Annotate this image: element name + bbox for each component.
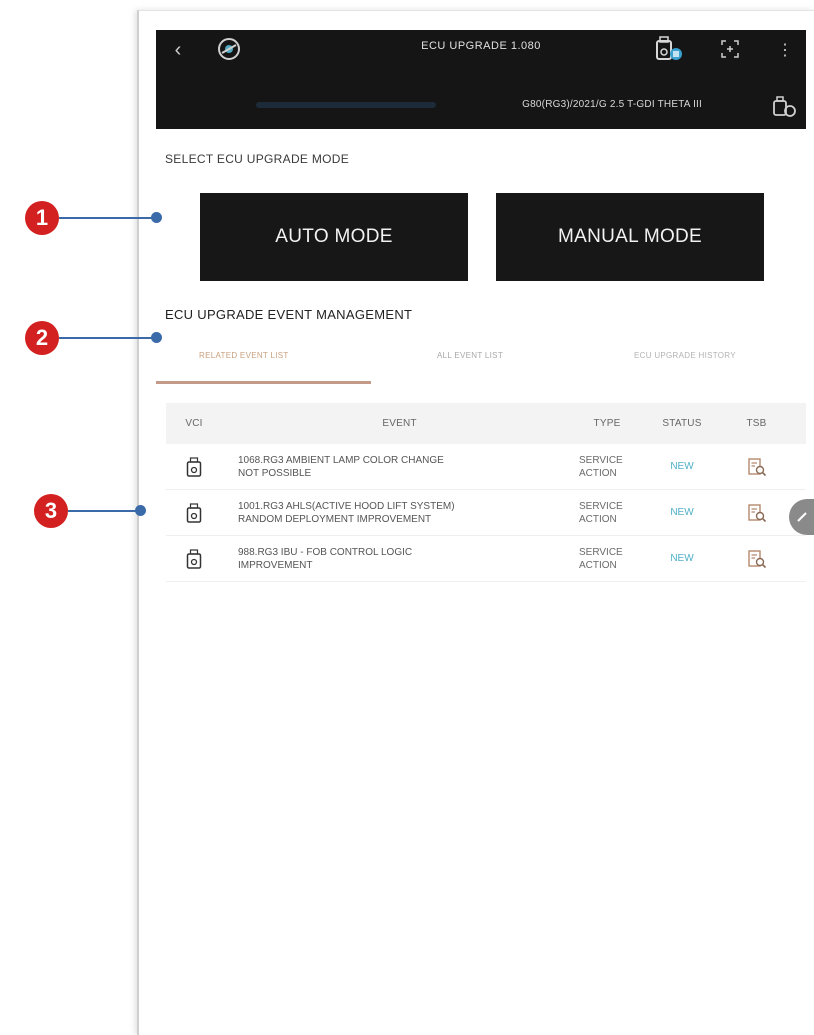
- status-badge: NEW: [670, 461, 694, 472]
- auto-mode-button[interactable]: AUTO MODE: [200, 193, 468, 281]
- event-table: VCI EVENT TYPE STATUS TSB 1068.RG3 AMBIE…: [166, 403, 806, 582]
- app-header: ‹ ECU UPGRADE 1.080 ⋮ G80(RG3)/2021/G 2.…: [156, 30, 806, 129]
- table-row[interactable]: 988.RG3 IBU - FOB CONTROL LOGIC IMPROVEM…: [166, 536, 806, 582]
- table-row[interactable]: 1068.RG3 AMBIENT LAMP COLOR CHANGE NOT P…: [166, 444, 806, 490]
- event-cell: 1001.RG3 AHLS(ACTIVE HOOD LIFT SYSTEM) R…: [222, 500, 577, 526]
- more-icon[interactable]: ⋮: [777, 38, 793, 62]
- car-icon[interactable]: [770, 92, 798, 120]
- type-cell: SERVICE ACTION: [577, 546, 637, 572]
- event-line: RANDOM DEPLOYMENT IMPROVEMENT: [238, 513, 432, 525]
- tab-related-event-list[interactable]: RELATED EVENT LIST: [199, 351, 289, 360]
- column-header-event: EVENT: [382, 418, 417, 429]
- select-mode-title: SELECT ECU UPGRADE MODE: [165, 152, 350, 166]
- screen-capture-icon[interactable]: [719, 38, 741, 60]
- type-line: SERVICE: [579, 546, 623, 558]
- tablet-screen: ‹ ECU UPGRADE 1.080 ⋮ G80(RG3)/2021/G 2.…: [137, 10, 814, 1035]
- manual-mode-button[interactable]: MANUAL MODE: [496, 193, 764, 281]
- event-line: 1001.RG3 AHLS(ACTIVE HOOD LIFT SYSTEM): [238, 500, 455, 512]
- vci-icon[interactable]: [653, 34, 685, 64]
- tab-ecu-upgrade-history[interactable]: ECU UPGRADE HISTORY: [634, 351, 736, 360]
- callout-dot-1: [151, 212, 162, 223]
- vci-icon[interactable]: [166, 502, 222, 523]
- vehicle-info: G80(RG3)/2021/G 2.5 T-GDI THETA III: [522, 99, 702, 110]
- type-line: SERVICE: [579, 500, 623, 512]
- type-line: ACTION: [579, 467, 617, 479]
- status-badge: NEW: [670, 553, 694, 564]
- status-badge: NEW: [670, 507, 694, 518]
- column-header-vci: VCI: [185, 418, 203, 429]
- type-cell: SERVICE ACTION: [577, 454, 637, 480]
- vci-icon[interactable]: [166, 548, 222, 569]
- type-cell: SERVICE ACTION: [577, 500, 637, 526]
- vci-icon[interactable]: [166, 456, 222, 477]
- callout-badge-2: 2: [25, 321, 59, 355]
- callout-badge-3: 3: [34, 494, 68, 528]
- callout-line-3: [68, 510, 140, 512]
- event-cell: 1068.RG3 AMBIENT LAMP COLOR CHANGE NOT P…: [222, 454, 577, 480]
- tab-all-event-list[interactable]: ALL EVENT LIST: [437, 351, 503, 360]
- event-line: 988.RG3 IBU - FOB CONTROL LOGIC: [238, 546, 413, 558]
- event-cell: 988.RG3 IBU - FOB CONTROL LOGIC IMPROVEM…: [222, 546, 577, 572]
- callout-dot-3: [135, 505, 146, 516]
- tsb-document-icon[interactable]: [727, 457, 786, 477]
- table-row[interactable]: 1001.RG3 AHLS(ACTIVE HOOD LIFT SYSTEM) R…: [166, 490, 806, 536]
- table-header: VCI EVENT TYPE STATUS TSB: [166, 403, 806, 444]
- column-header-type: TYPE: [593, 418, 621, 429]
- tsb-document-icon[interactable]: [727, 503, 786, 523]
- event-line: 1068.RG3 AMBIENT LAMP COLOR CHANGE: [238, 454, 444, 466]
- type-line: ACTION: [579, 559, 617, 571]
- column-header-tsb: TSB: [746, 418, 767, 429]
- callout-line-2: [59, 337, 156, 339]
- column-header-status: STATUS: [662, 418, 702, 429]
- callout-badge-1: 1: [25, 201, 59, 235]
- active-tab-indicator: [156, 381, 371, 384]
- type-line: SERVICE: [579, 454, 623, 466]
- type-line: ACTION: [579, 513, 617, 525]
- callout-dot-2: [151, 332, 162, 343]
- tsb-document-icon[interactable]: [727, 549, 786, 569]
- callout-line-1: [59, 217, 156, 219]
- event-line: NOT POSSIBLE: [238, 467, 312, 479]
- vehicle-link-bar: [256, 102, 436, 108]
- app-title: ECU UPGRADE 1.080: [421, 40, 541, 52]
- event-line: IMPROVEMENT: [238, 559, 313, 571]
- event-management-title: ECU UPGRADE EVENT MANAGEMENT: [165, 307, 413, 322]
